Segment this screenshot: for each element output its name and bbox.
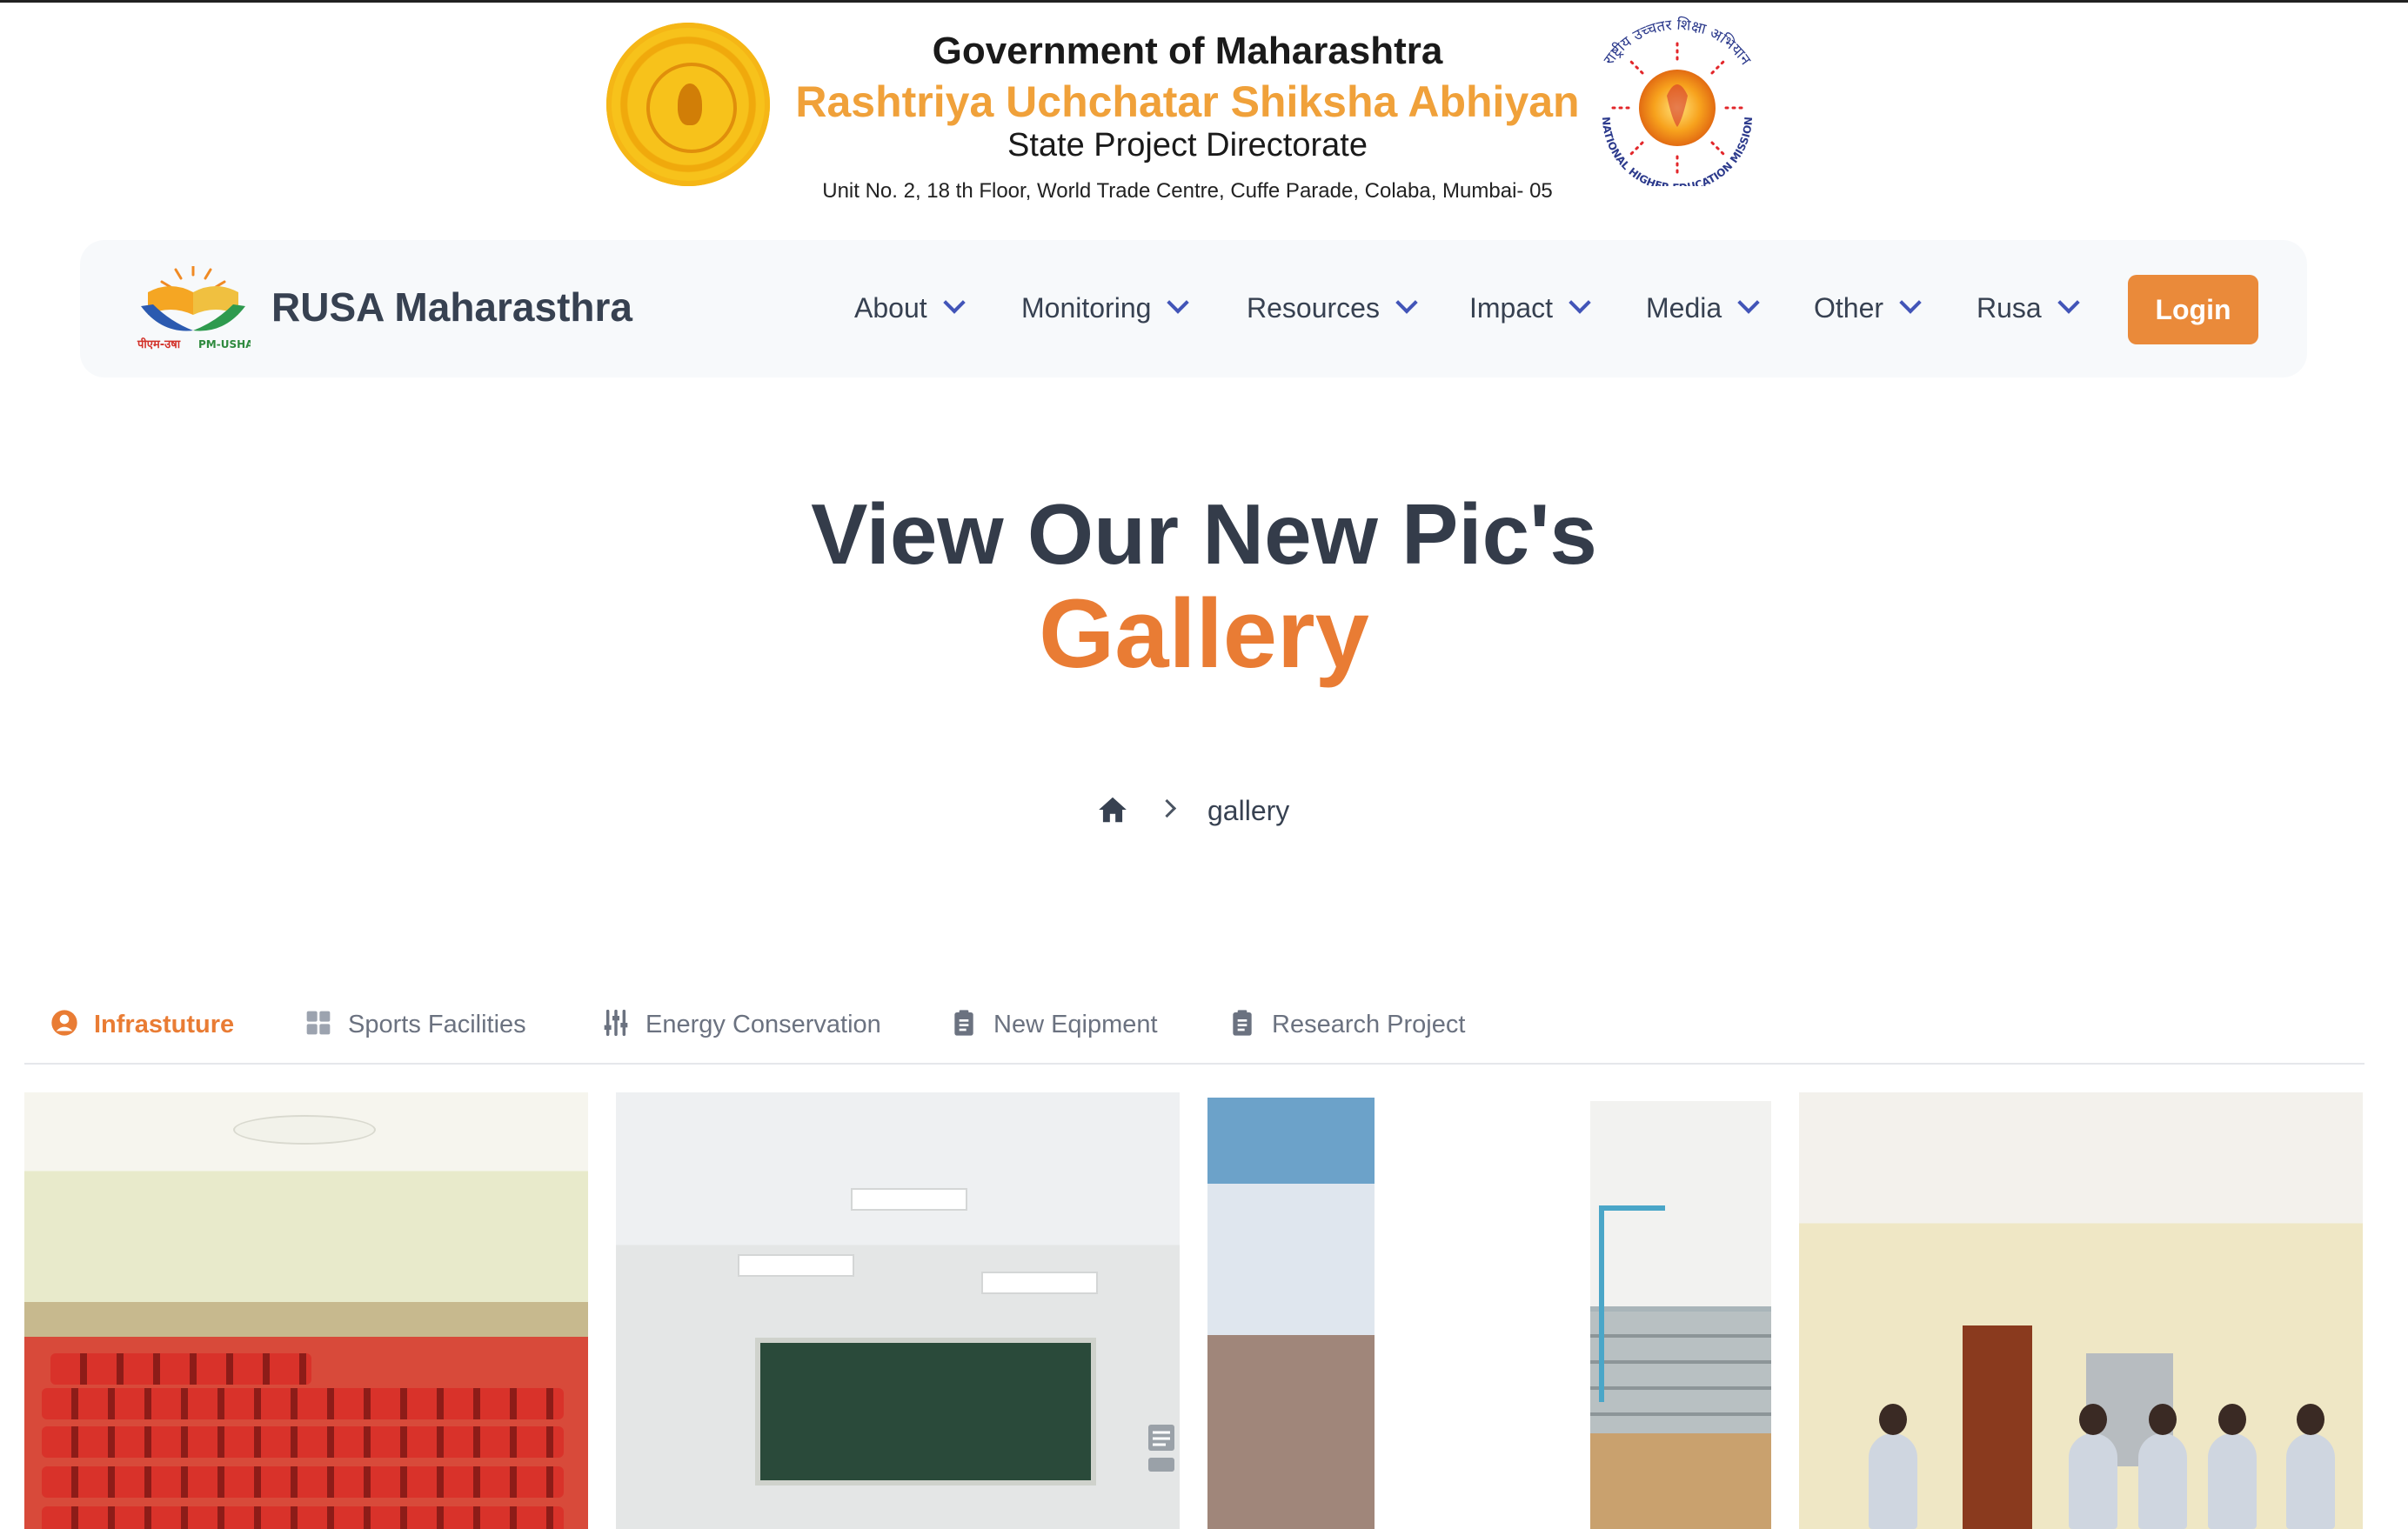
svg-text:राष्ट्रीय उच्चतर शिक्षा अभियान: राष्ट्रीय उच्चतर शिक्षा अभियान: [1601, 16, 1755, 69]
navbar: पीएम-उषा PM-USHA RUSA Maharasthra About …: [80, 240, 2307, 377]
gov-title: Government of Maharashtra: [932, 30, 1443, 72]
nav-monitoring[interactable]: Monitoring: [1021, 291, 1190, 324]
tab-sports-facilities-label: Sports Facilities: [348, 1011, 526, 1038]
tab-new-eqipment-label: New Eqipment: [993, 1011, 1158, 1038]
tab-infrastuture-label: Infrastuture: [94, 1011, 235, 1038]
pm-usha-logo[interactable]: पीएम-उषा PM-USHA: [136, 266, 251, 351]
chevron-down-icon: [1737, 291, 1760, 314]
chevron-down-icon: [1569, 291, 1591, 314]
nav-rusa[interactable]: Rusa: [1977, 291, 2080, 324]
address: Unit No. 2, 18 th Floor, World Trade Cen…: [822, 179, 1553, 203]
tab-infrastuture[interactable]: Infrastuture: [50, 1000, 277, 1052]
nav-resources-label: Resources: [1247, 292, 1380, 324]
rusa-title: Rashtriya Uchchatar Shiksha Abhiyan: [795, 77, 1580, 126]
nav-other[interactable]: Other: [1814, 291, 1922, 324]
page-title: View Our New Pic's: [811, 486, 1597, 582]
clipboard-icon: [1233, 1010, 1252, 1036]
nav-impact[interactable]: Impact: [1469, 291, 1591, 324]
door: [1963, 1325, 2032, 1529]
chevron-down-icon: [1899, 291, 1922, 314]
breadcrumb-current: gallery: [1207, 795, 1290, 826]
clipboard-icon: [954, 1010, 973, 1036]
gallery-tabs: Infrastuture Sports Facilities Energy Co…: [24, 992, 2365, 1065]
chevron-right-icon: [1157, 798, 1177, 818]
nav-about[interactable]: About: [854, 291, 966, 324]
nav-impact-label: Impact: [1469, 292, 1554, 324]
spd-title: State Project Directorate: [1007, 127, 1368, 164]
header-banner: Government of Maharashtra Rashtriya Uchc…: [0, 0, 2408, 226]
sliders-icon: [604, 1009, 628, 1037]
chevron-down-icon: [942, 291, 966, 314]
maharashtra-seal-logo: [606, 23, 770, 186]
page-subtitle: Gallery: [1039, 579, 1369, 688]
svg-text:PM-USHA: PM-USHA: [198, 338, 251, 351]
gallery-image-classroom[interactable]: [616, 1092, 1180, 1529]
user-circle-icon: [51, 1010, 77, 1036]
ceiling-fan: [233, 1115, 376, 1145]
gallery-image-stairs[interactable]: [1590, 1101, 1771, 1529]
nhem-logo: राष्ट्रीय उच्चतर शिक्षा अभियान NATIONAL …: [1600, 16, 1755, 186]
chevron-down-icon: [1395, 291, 1418, 314]
nav-media[interactable]: Media: [1646, 291, 1760, 324]
tab-energy-conservation-label: Energy Conservation: [645, 1011, 881, 1038]
home-icon[interactable]: [1096, 793, 1129, 826]
tab-new-eqipment[interactable]: New Eqipment: [950, 1000, 1176, 1052]
gallery-image-meeting-room[interactable]: [1799, 1092, 2363, 1529]
tab-sports-facilities[interactable]: Sports Facilities: [304, 1000, 557, 1052]
brand-name[interactable]: RUSA Maharasthra: [271, 284, 632, 331]
tab-research-project-label: Research Project: [1272, 1011, 1466, 1038]
document-stack-icon[interactable]: [1147, 1423, 1176, 1477]
svg-text:पीएम-उषा: पीएम-उषा: [137, 337, 181, 351]
chevron-down-icon: [2057, 291, 2080, 314]
nav-about-label: About: [854, 292, 927, 324]
login-button[interactable]: Login: [2128, 275, 2258, 344]
nav-rusa-label: Rusa: [1977, 292, 2042, 324]
blackboard: [755, 1338, 1096, 1486]
gallery-image-auditorium[interactable]: [24, 1092, 588, 1529]
nav-other-label: Other: [1814, 292, 1884, 324]
nav-resources[interactable]: Resources: [1247, 291, 1418, 324]
tab-energy-conservation[interactable]: Energy Conservation: [602, 1000, 915, 1052]
nav-media-label: Media: [1646, 292, 1722, 324]
chevron-down-icon: [1167, 291, 1190, 314]
tab-research-project[interactable]: Research Project: [1228, 1000, 1489, 1052]
nav-monitoring-label: Monitoring: [1021, 292, 1152, 324]
gallery-image-building-corridor[interactable]: [1207, 1098, 1375, 1529]
grid-icon: [306, 1011, 331, 1035]
